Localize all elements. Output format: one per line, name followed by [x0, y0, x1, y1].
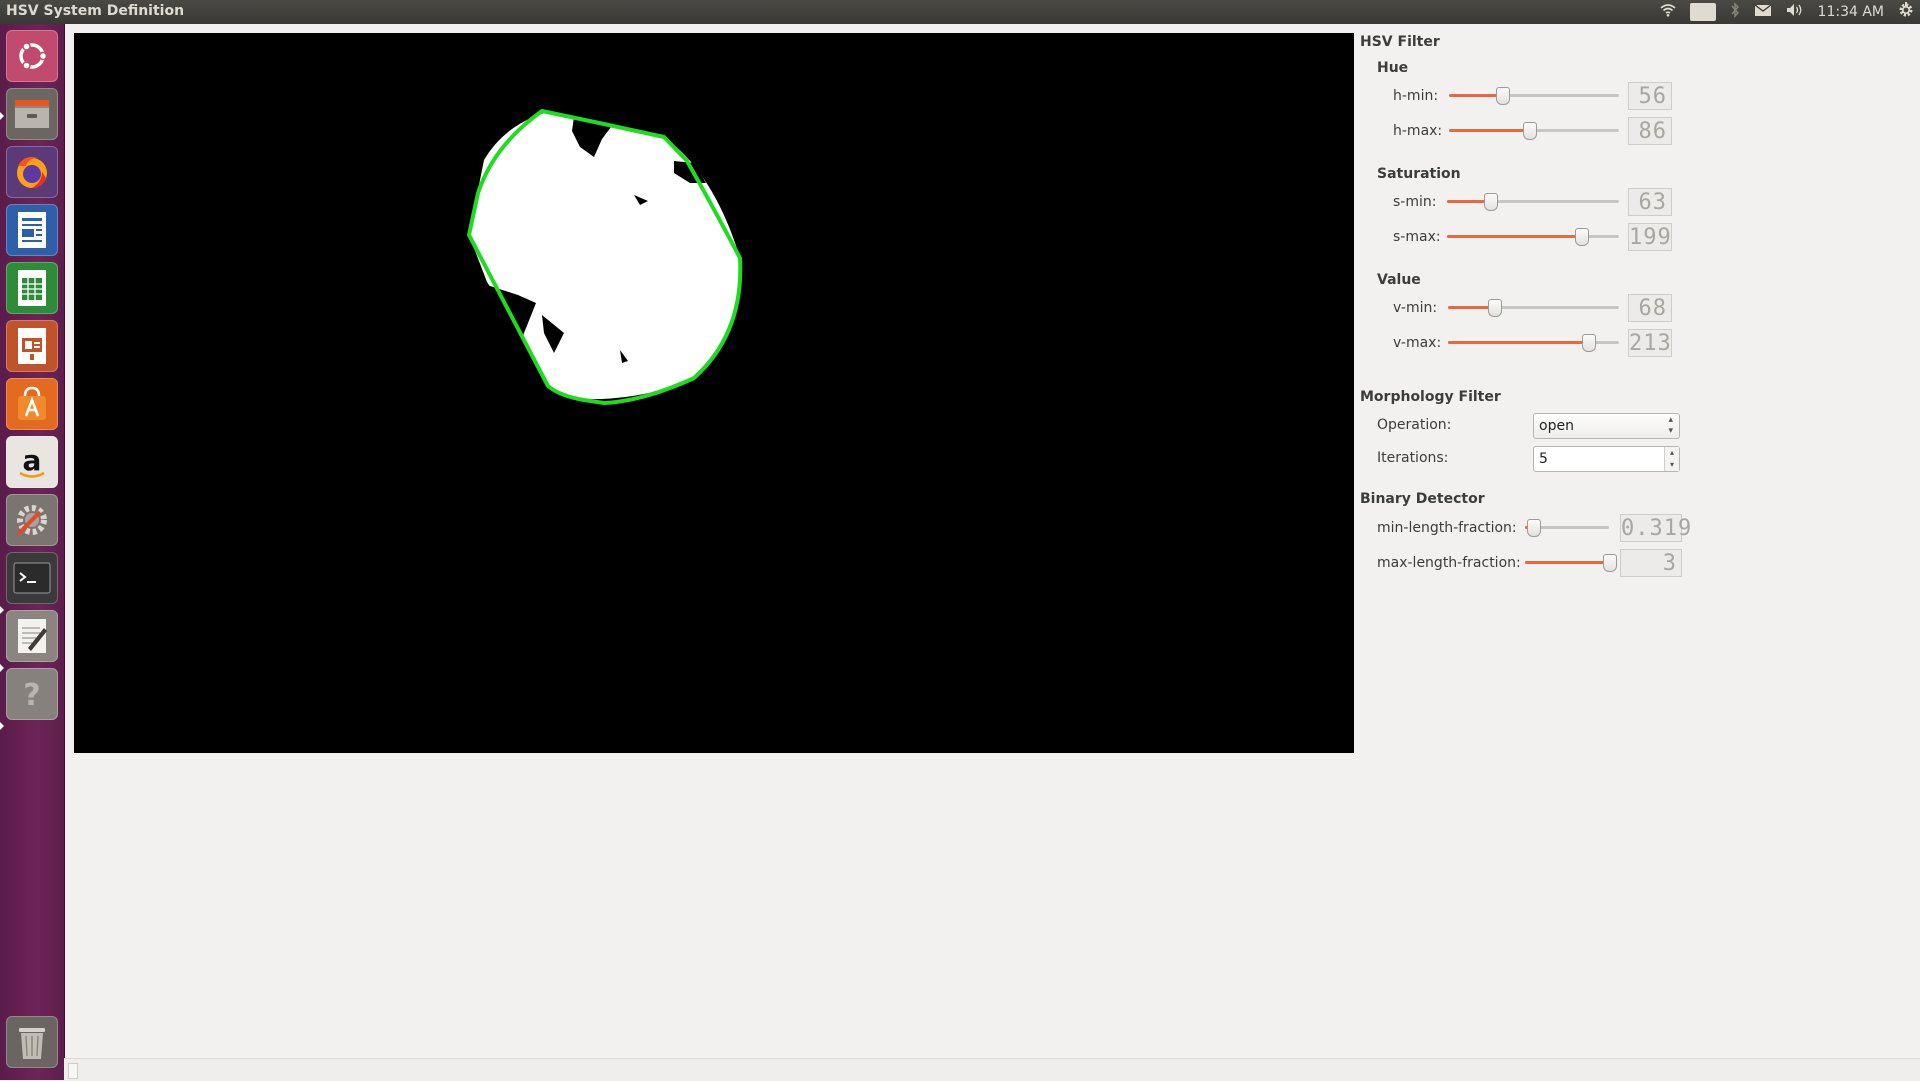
morphology-filter-title: Morphology Filter: [1360, 389, 1501, 405]
ubuntu-dash-icon[interactable]: [6, 30, 58, 82]
operation-label: Operation:: [1377, 417, 1452, 433]
s-min-slider[interactable]: [1447, 192, 1619, 212]
launcher: a ?: [0, 24, 65, 1080]
status-bar: [64, 1058, 1920, 1081]
text-editor-icon[interactable]: [6, 610, 58, 662]
slider-handle[interactable]: [1603, 554, 1617, 572]
slider-handle[interactable]: [1484, 193, 1498, 211]
clock[interactable]: 11:34 AM: [1818, 4, 1884, 20]
hue-title: Hue: [1377, 60, 1409, 76]
v-min-value: 68: [1628, 294, 1672, 322]
select-arrows-icon: ▴ ▾: [1668, 415, 1673, 436]
h-max-value: 86: [1628, 117, 1672, 145]
min-length-fraction-label: min-length-fraction:: [1377, 520, 1517, 536]
detected-blob: [466, 108, 743, 406]
window-title: HSV System Definition: [6, 3, 185, 19]
iterations-spinbox[interactable]: 5 ▴ ▾: [1533, 446, 1680, 472]
max-length-fraction-label: max-length-fraction:: [1377, 555, 1521, 571]
h-min-value: 56: [1628, 82, 1672, 110]
s-max-value: 199: [1628, 223, 1672, 251]
files-icon[interactable]: [6, 88, 58, 140]
slider-handle[interactable]: [1575, 228, 1590, 246]
binary-detector-title: Binary Detector: [1360, 491, 1485, 507]
amazon-icon[interactable]: a: [6, 436, 58, 488]
volume-icon[interactable]: [1786, 3, 1804, 21]
min-length-fraction-slider[interactable]: [1525, 518, 1609, 538]
s-max-label: s-max:: [1393, 229, 1441, 245]
iterations-label: Iterations:: [1377, 450, 1449, 466]
spin-buttons[interactable]: ▴ ▾: [1664, 447, 1679, 471]
keyboard-layout-icon[interactable]: En: [1690, 3, 1716, 21]
svg-text:a: a: [23, 444, 42, 477]
libreoffice-impress-icon[interactable]: [6, 320, 58, 372]
slider-handle[interactable]: [1582, 334, 1597, 352]
slider-handle[interactable]: [1488, 299, 1503, 317]
s-min-value: 63: [1628, 188, 1672, 216]
terminal-icon[interactable]: [6, 552, 58, 604]
v-max-value: 213: [1628, 329, 1672, 357]
max-length-fraction-slider[interactable]: [1525, 553, 1617, 573]
top-panel: HSV System Definition En 11:34 AM: [0, 0, 1920, 24]
libreoffice-writer-icon[interactable]: [6, 204, 58, 256]
iterations-value: 5: [1539, 451, 1548, 467]
hsv-filter-title: HSV Filter: [1360, 34, 1440, 50]
max-length-fraction-value: 3: [1620, 549, 1682, 577]
h-max-label: h-max:: [1393, 123, 1443, 139]
h-max-slider[interactable]: [1449, 121, 1619, 141]
help-icon[interactable]: ?: [6, 668, 58, 720]
s-max-slider[interactable]: [1447, 227, 1619, 247]
wifi-icon[interactable]: [1660, 3, 1676, 21]
ubuntu-software-icon[interactable]: [6, 378, 58, 430]
value-title: Value: [1377, 272, 1421, 288]
saturation-title: Saturation: [1377, 166, 1461, 182]
system-settings-icon[interactable]: [6, 494, 58, 546]
slider-handle[interactable]: [1522, 122, 1537, 140]
libreoffice-calc-icon[interactable]: [6, 262, 58, 314]
binary-mask-view: [74, 33, 1354, 753]
mail-icon[interactable]: [1754, 3, 1772, 21]
v-min-slider[interactable]: [1448, 298, 1619, 318]
s-min-label: s-min:: [1393, 194, 1437, 210]
v-min-label: v-min:: [1393, 300, 1438, 316]
h-min-label: h-min:: [1393, 88, 1439, 104]
bluetooth-icon[interactable]: [1730, 2, 1740, 22]
v-max-label: v-max:: [1393, 335, 1442, 351]
h-min-slider[interactable]: [1449, 86, 1619, 106]
trash-icon[interactable]: [6, 1016, 58, 1068]
firefox-icon[interactable]: [6, 146, 58, 198]
v-max-slider[interactable]: [1448, 333, 1619, 353]
slider-handle[interactable]: [1527, 519, 1542, 537]
settings-gear-icon[interactable]: [1898, 2, 1914, 22]
operation-select[interactable]: open ▴ ▾: [1533, 413, 1680, 439]
min-length-fraction-value: 0.319: [1620, 514, 1693, 542]
slider-handle[interactable]: [1495, 87, 1510, 105]
svg-text:?: ?: [23, 678, 40, 713]
resize-grip[interactable]: [68, 1063, 78, 1079]
operation-select-value: open: [1539, 418, 1574, 434]
system-tray: En 11:34 AM: [1660, 0, 1914, 24]
